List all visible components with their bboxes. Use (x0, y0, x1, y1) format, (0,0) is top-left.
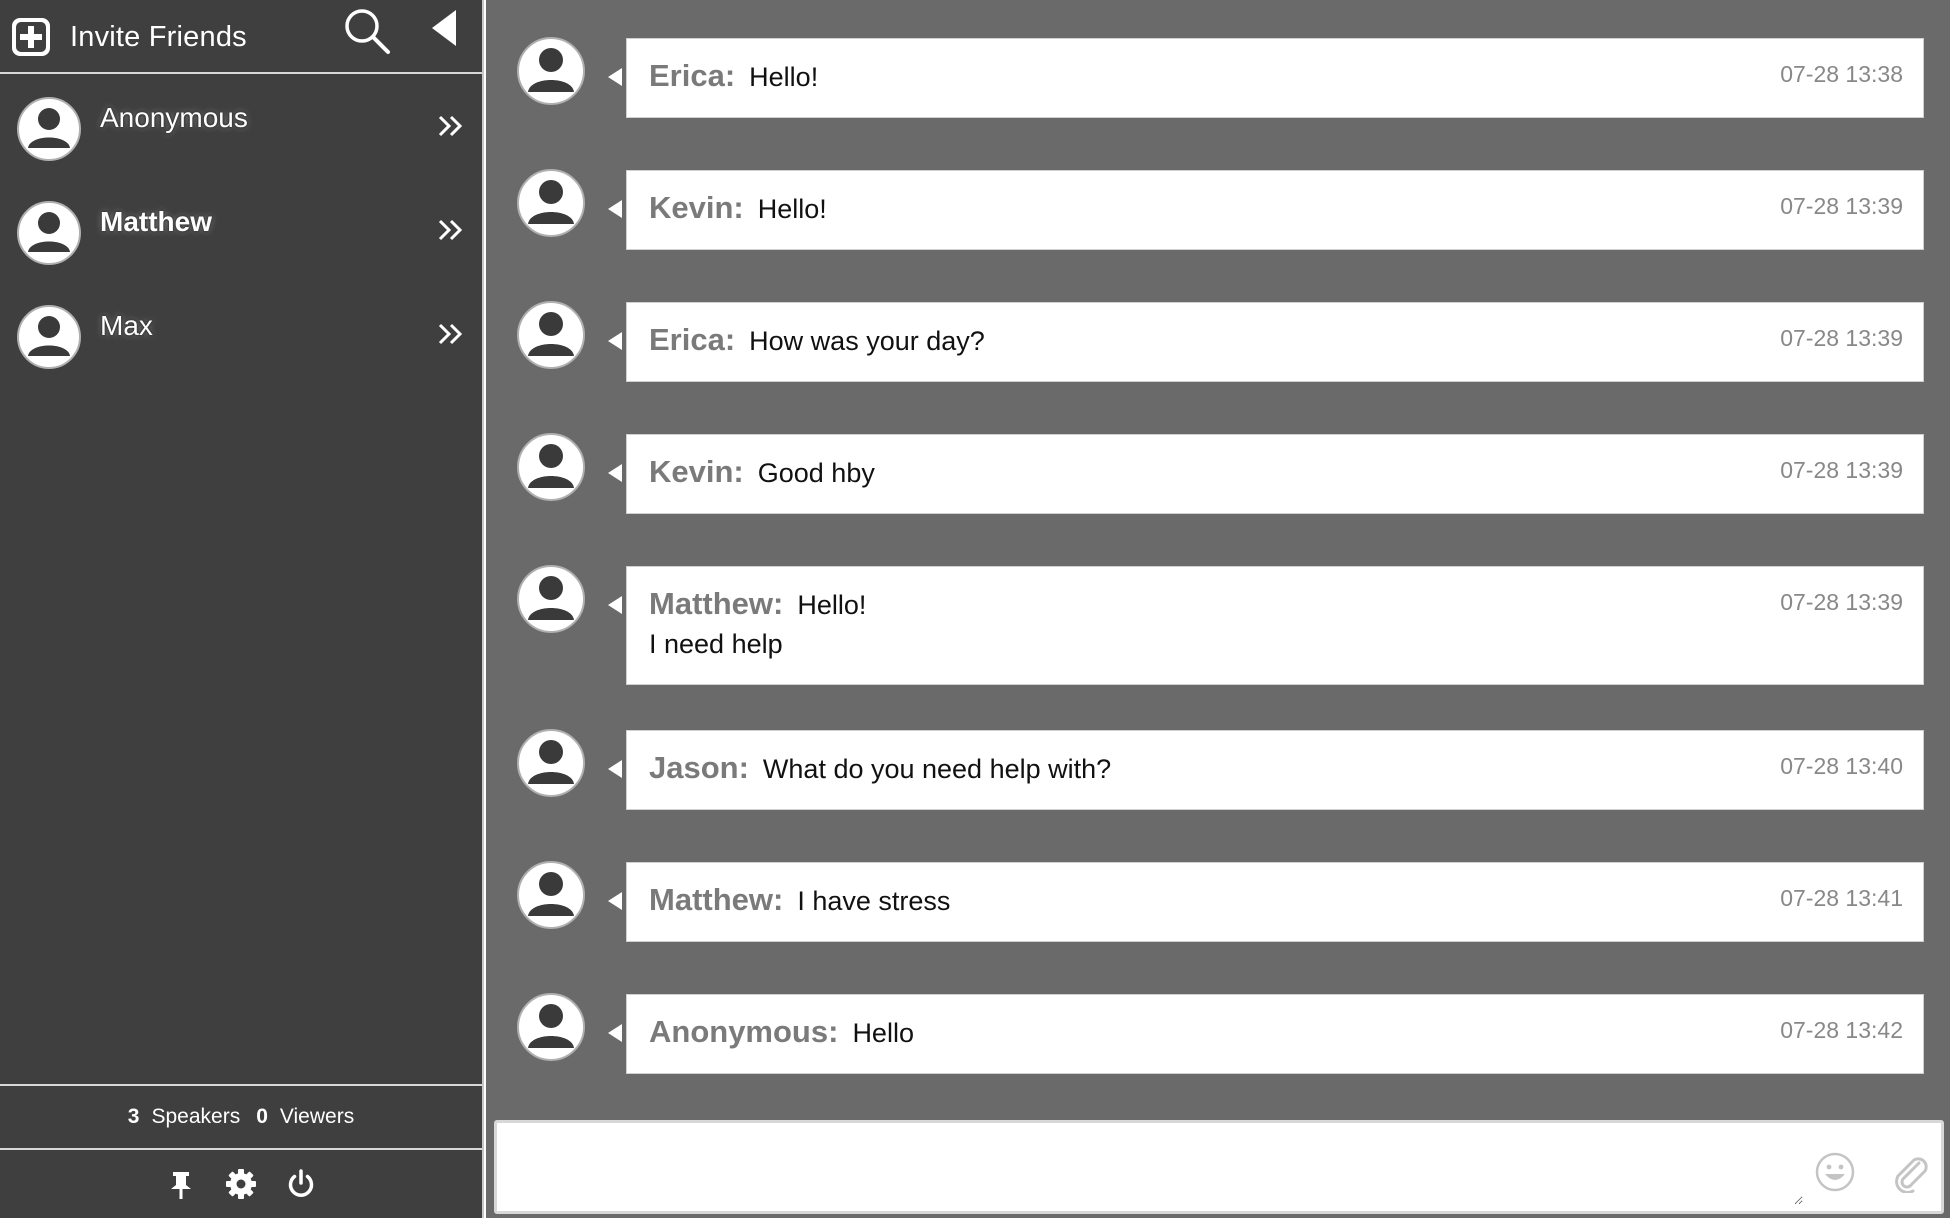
participant-stats: 3 Speakers 0 Viewers (0, 1084, 482, 1150)
message-text: Hello (852, 1018, 914, 1048)
message-text: How was your day? (749, 326, 985, 356)
message-author: Matthew: (649, 882, 784, 917)
bubble-tail (608, 1024, 622, 1042)
message-author: Jason: (649, 750, 749, 785)
message-author: Erica: (649, 322, 736, 357)
speakers-label: Speakers (151, 1105, 241, 1128)
user-list-item[interactable]: Anonymous (0, 96, 482, 186)
message-timestamp: 07-28 13:39 (1780, 193, 1903, 219)
invite-friends-button[interactable]: Invite Friends (10, 10, 247, 64)
message-text: Hello! (797, 590, 867, 620)
message-bubble: Kevin: Hello! 07-28 13:39 (626, 170, 1924, 250)
bubble-tail (608, 200, 622, 218)
avatar-icon (517, 861, 585, 929)
emoji-icon[interactable] (1814, 1151, 1856, 1193)
bubble-tail (608, 332, 622, 350)
message-author: Kevin: (649, 190, 744, 225)
bubble-tail (608, 760, 622, 778)
avatar-icon (517, 433, 585, 501)
message-composer (494, 1120, 1944, 1214)
viewers-count: 0 (256, 1105, 268, 1128)
sidebar-toolbar (0, 1150, 482, 1218)
message-author: Kevin: (649, 454, 744, 489)
message-text: I have stress (797, 886, 951, 916)
message-bubble: Matthew: I have stress 07-28 13:41 (626, 862, 1924, 942)
avatar-icon (17, 97, 81, 161)
user-name: Max (100, 310, 153, 341)
message-timestamp: 07-28 13:40 (1780, 753, 1903, 779)
avatar-icon (17, 201, 81, 265)
double-chevron-right-icon[interactable] (434, 214, 466, 246)
avatar-icon (517, 301, 585, 369)
pin-icon[interactable] (164, 1167, 198, 1201)
message-timestamp: 07-28 13:42 (1780, 1017, 1903, 1043)
bubble-tail (608, 596, 622, 614)
double-chevron-right-icon[interactable] (434, 318, 466, 350)
power-icon[interactable] (284, 1167, 318, 1201)
avatar-icon (17, 305, 81, 369)
plus-square-icon (12, 18, 50, 56)
avatar-icon (517, 729, 585, 797)
sidebar: Invite Friends Anonymous Matthew Max 3 S… (0, 0, 484, 1218)
message-bubble: Jason: What do you need help with? 07-28 … (626, 730, 1924, 810)
chat-app: Invite Friends Anonymous Matthew Max 3 S… (0, 0, 1950, 1218)
sidebar-header: Invite Friends (0, 0, 482, 74)
message-author: Matthew: (649, 586, 784, 621)
message-timestamp: 07-28 13:39 (1780, 457, 1903, 483)
double-chevron-right-icon[interactable] (434, 110, 466, 142)
message-bubble: Anonymous: Hello 07-28 13:42 (626, 994, 1924, 1074)
bubble-tail (608, 68, 622, 86)
message-text: Hello! (757, 194, 827, 224)
viewers-label: Viewers (279, 1105, 355, 1128)
message-author: Erica: (649, 58, 736, 93)
avatar-icon (517, 37, 585, 105)
search-icon[interactable] (342, 6, 394, 58)
collapse-sidebar-icon[interactable] (428, 8, 462, 48)
message-bubble: Erica: How was your day? 07-28 13:39 (626, 302, 1924, 382)
avatar-icon (517, 565, 585, 633)
message-author: Anonymous: (649, 1014, 839, 1049)
message-input[interactable] (509, 1133, 1803, 1205)
paperclip-icon[interactable] (1889, 1151, 1931, 1193)
message-bubble: Matthew: Hello! I need help 07-28 13:39 (626, 566, 1924, 685)
chat-panel: Erica: Hello! 07-28 13:38 Kevin: Hello! 07… (486, 0, 1950, 1218)
message-text: I need help (649, 629, 783, 659)
gear-icon[interactable] (224, 1167, 258, 1201)
invite-friends-label: Invite Friends (70, 20, 247, 53)
message-timestamp: 07-28 13:38 (1780, 61, 1903, 87)
message-timestamp: 07-28 13:39 (1780, 589, 1903, 615)
speakers-count: 3 (127, 1105, 140, 1128)
user-list-item[interactable]: Matthew (0, 200, 482, 290)
bubble-tail (608, 464, 622, 482)
message-text: Good hby (757, 458, 875, 488)
message-bubble: Erica: Hello! 07-28 13:38 (626, 38, 1924, 118)
bubble-tail (608, 892, 622, 910)
message-timestamp: 07-28 13:39 (1780, 325, 1903, 351)
message-timestamp: 07-28 13:41 (1780, 885, 1903, 911)
avatar-icon (517, 169, 585, 237)
message-text: What do you need help with? (762, 754, 1112, 784)
message-bubble: Kevin: Good hby 07-28 13:39 (626, 434, 1924, 514)
user-name: Matthew (100, 206, 212, 237)
user-name: Anonymous (100, 102, 248, 133)
message-text: Hello! (749, 62, 819, 92)
user-list-item[interactable]: Max (0, 304, 482, 394)
avatar-icon (517, 993, 585, 1061)
